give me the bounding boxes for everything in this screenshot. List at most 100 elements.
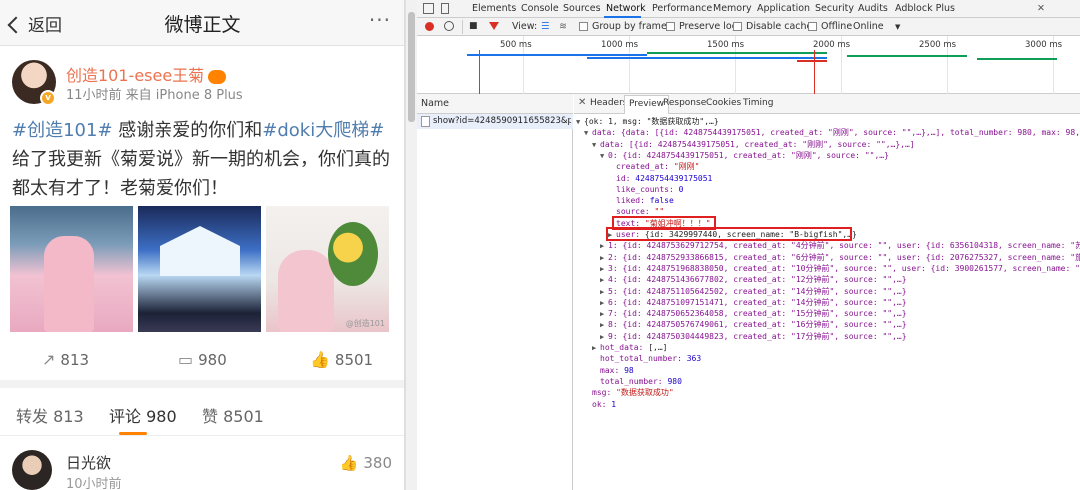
collapse-triangle-icon: ▼: [584, 129, 589, 138]
list-view-icon[interactable]: ☰: [541, 21, 550, 32]
record-icon[interactable]: [425, 22, 434, 31]
json-key: liked:: [616, 196, 645, 206]
comment-button[interactable]: ▭ 980: [178, 350, 227, 369]
post-meta: 11小时前 来自 iPhone 8 Plus: [66, 88, 243, 103]
document-icon: [421, 116, 430, 127]
topic-link[interactable]: #创造101#: [12, 120, 113, 141]
offline-checkbox[interactable]: [808, 22, 817, 31]
name-column-header: Name: [421, 98, 450, 109]
highlight-box-user: [606, 227, 852, 241]
tab-response[interactable]: Response: [663, 98, 706, 108]
tab-application[interactable]: Application: [757, 3, 810, 14]
clear-icon[interactable]: [444, 21, 454, 31]
more-icon[interactable]: ···: [369, 8, 391, 32]
inspect-element-icon[interactable]: [423, 3, 434, 14]
json-key: total_number:: [600, 376, 663, 386]
post-photo[interactable]: [10, 206, 133, 332]
topic-link[interactable]: #doki大爬梯#: [262, 120, 384, 141]
comment-like-button[interactable]: 👍 380: [340, 454, 392, 472]
timeline-request-bar: [797, 60, 827, 62]
like-count: 8501: [334, 350, 374, 369]
tab-sources[interactable]: Sources: [563, 3, 601, 14]
tab-console[interactable]: Console: [521, 3, 559, 14]
request-detail-panel: ✕ Headers Preview Response Cookies Timin…: [574, 94, 1080, 490]
tab-network[interactable]: Network: [606, 3, 646, 14]
timeline-label: 1500 ms: [707, 40, 745, 50]
photo-figure: [44, 236, 94, 332]
close-detail-icon[interactable]: ✕: [578, 97, 586, 108]
tab-timing[interactable]: Timing: [743, 98, 773, 108]
post-text-part: 感谢亲爱的你们和: [112, 120, 263, 141]
page-scrollbar[interactable]: [405, 0, 417, 490]
tab-comment[interactable]: 评论 980: [109, 403, 177, 427]
json-key: like_counts:: [616, 184, 674, 194]
json-value: 980: [667, 376, 682, 386]
active-tab-indicator: [119, 432, 147, 435]
timeline-request-bar: [847, 55, 967, 57]
thumbs-up-icon: 👍: [310, 350, 330, 369]
post-author[interactable]: 创造101-esee王菊: [66, 62, 227, 86]
timeline-request-bar: [587, 57, 827, 59]
json-line: like_counts: 0: [616, 184, 683, 195]
json-text: data: [{id: 4248754439175051, created_at…: [600, 139, 915, 149]
timeline-label: 1000 ms: [601, 40, 639, 50]
filter-icon[interactable]: [489, 22, 499, 30]
tab-adblock-plus[interactable]: Adblock Plus: [895, 3, 955, 14]
tab-performance[interactable]: Performance: [652, 3, 712, 14]
tab-security[interactable]: Security: [815, 3, 854, 14]
like-button[interactable]: 👍 8501: [310, 350, 373, 369]
json-key: ok:: [592, 399, 607, 409]
thumbs-up-icon: 👍: [339, 454, 359, 472]
chevron-down-icon[interactable]: ▼: [895, 23, 900, 31]
tab-cookies[interactable]: Cookies: [706, 98, 741, 108]
page-title: 微博正文: [164, 14, 241, 36]
timeline-label: 2500 ms: [919, 40, 957, 50]
json-key: max:: [600, 365, 620, 375]
verified-badge-icon: v: [40, 90, 56, 106]
top-navigation-bar: 返回 微博正文 ···: [0, 0, 404, 46]
tab-headers[interactable]: Headers: [590, 98, 627, 108]
throttling-select[interactable]: Online: [853, 21, 884, 32]
tab-elements[interactable]: Elements: [472, 3, 516, 14]
json-line: msg: "数据获取成功": [592, 387, 674, 398]
json-value: 98: [624, 365, 634, 375]
group-by-frame-checkbox[interactable]: [579, 22, 588, 31]
tab-repost[interactable]: 转发 813: [16, 403, 84, 427]
post-text-part: 给了我更新《菊爱说》新一期的机会，你们真的都太有才了！老菊爱你们！: [12, 149, 390, 199]
device-toolbar-icon[interactable]: [441, 3, 449, 14]
tab-like[interactable]: 赞 8501: [202, 403, 264, 427]
timeline-request-bar: [977, 58, 1057, 60]
avatar[interactable]: [12, 450, 52, 490]
close-icon[interactable]: ✕: [1037, 3, 1045, 14]
load-event-line: [814, 50, 815, 94]
json-value: 363: [686, 354, 702, 364]
comment-count: 980: [198, 350, 227, 369]
collapse-triangle-icon: ▼: [600, 151, 605, 160]
post-text: #创造101# 感谢亲爱的你们和#doki大爬梯# 给了我更新《菊爱说》新一期的机…: [12, 116, 397, 203]
scrollbar-thumb[interactable]: [408, 12, 415, 122]
json-text: data: {data: [{id: 4248754439175051, cre…: [592, 128, 1080, 138]
comment-author[interactable]: 日光欲: [66, 452, 111, 473]
network-overview-timeline[interactable]: 500 ms 1000 ms 1500 ms 2000 ms 2500 ms 3…: [417, 36, 1080, 94]
request-row[interactable]: show?id=4248590911655823&pa...: [417, 114, 573, 129]
preserve-log-checkbox[interactable]: [666, 22, 675, 31]
collapse-triangle-icon: ▼: [592, 140, 597, 149]
tab-memory[interactable]: Memory: [713, 3, 752, 14]
timeline-request-bar: [467, 54, 647, 56]
json-value: "刚刚": [673, 162, 700, 172]
json-text: 1: {id: 4248753629712754, created_at: "4…: [608, 241, 1080, 251]
camera-icon[interactable]: ■: [469, 21, 478, 31]
repost-button[interactable]: ↗ 813: [42, 350, 89, 369]
json-text: 9: {id: 4248750304449823, created_at: "1…: [608, 331, 907, 341]
photo-figure: [278, 250, 334, 332]
post-photo[interactable]: @创造101: [266, 206, 389, 332]
collapse-triangle-icon: ▼: [576, 118, 581, 126]
waterfall-view-icon[interactable]: ≋: [559, 21, 567, 32]
devtools-panel: Elements Console Sources Network Perform…: [417, 0, 1080, 490]
post-photo[interactable]: [138, 206, 261, 332]
detail-tab-bar: ✕ Headers Preview Response Cookies Timin…: [574, 94, 1080, 114]
disable-cache-checkbox[interactable]: [733, 22, 742, 31]
tab-audits[interactable]: Audits: [858, 3, 888, 14]
json-line: max: 98: [600, 365, 634, 376]
section-divider: [0, 380, 404, 388]
